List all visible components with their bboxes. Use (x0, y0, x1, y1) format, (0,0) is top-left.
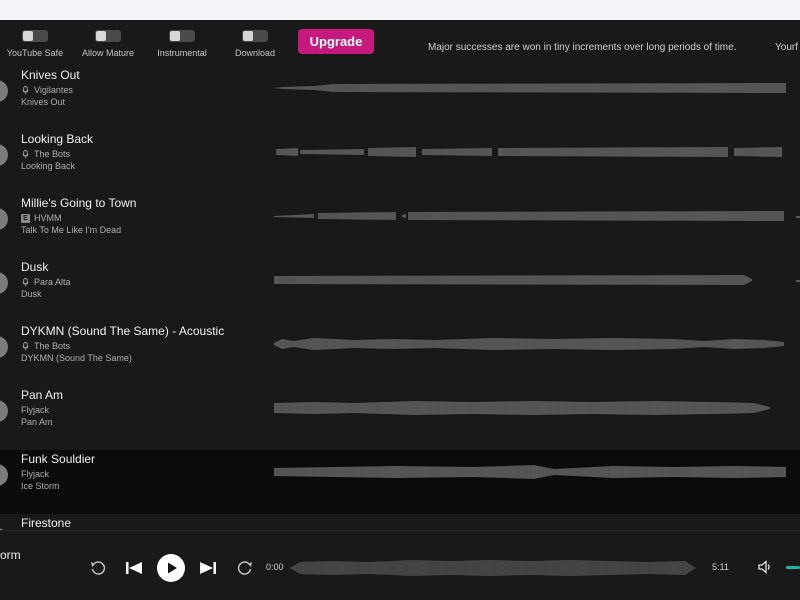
track-row[interactable]: Firestone (0, 514, 800, 530)
next-track-icon[interactable] (198, 560, 218, 576)
now-playing-title: orm (0, 548, 21, 562)
artist-name[interactable]: Flyjack (21, 469, 49, 479)
track-list: Knives Out Vigilantes Knives Out Looking… (0, 66, 800, 530)
youtube-safe-switch[interactable] (22, 30, 48, 42)
track-waveform[interactable] (274, 138, 786, 166)
track-title[interactable]: Dusk (21, 260, 48, 274)
track-waveform[interactable] (274, 202, 786, 230)
track-album[interactable]: Pan Am (21, 417, 53, 427)
previous-track-icon[interactable] (124, 560, 144, 576)
track-artwork[interactable] (0, 272, 8, 294)
track-title[interactable]: Firestone (21, 516, 71, 530)
track-row[interactable]: Knives Out Vigilantes Knives Out (0, 66, 800, 130)
track-row[interactable]: DYKMN (Sound The Same) - Acoustic The Bo… (0, 322, 800, 386)
track-row[interactable]: Looking Back The Bots Looking Back (0, 130, 800, 194)
progress-waveform[interactable] (290, 558, 696, 578)
upgrade-button[interactable]: Upgrade (298, 29, 374, 54)
track-artist[interactable]: The Bots (21, 341, 70, 351)
allow-mature-switch[interactable] (95, 30, 121, 42)
mic-icon (22, 149, 29, 159)
browser-top-strip (0, 0, 800, 20)
track-title[interactable]: Looking Back (21, 132, 93, 146)
track-artist[interactable]: E HVMM (21, 213, 62, 223)
track-artist[interactable]: Para Alta (21, 277, 71, 287)
track-artwork[interactable] (0, 400, 8, 422)
explicit-icon: E (21, 213, 30, 223)
toggle-label: Instrumental (157, 48, 207, 58)
mic-icon (22, 85, 29, 95)
track-waveform[interactable] (274, 394, 786, 422)
track-waveform[interactable] (274, 74, 786, 102)
track-artist[interactable]: Flyjack (21, 405, 49, 415)
filter-toolbar: YouTube Safe Allow Mature Instrumental D… (0, 20, 800, 66)
current-time: 0:00 (266, 562, 284, 572)
track-artwork[interactable] (0, 208, 8, 230)
fast-forward-icon[interactable] (236, 559, 254, 577)
artist-name[interactable]: Flyjack (21, 405, 49, 415)
track-album[interactable]: Talk To Me Like I'm Dead (21, 225, 121, 235)
track-duration: 5:11 (712, 562, 729, 572)
toggle-label: YouTube Safe (6, 48, 64, 58)
toggle-instrumental[interactable]: Instrumental (152, 28, 212, 64)
track-waveform[interactable] (274, 330, 786, 358)
track-artwork[interactable] (0, 336, 8, 358)
toggle-label: Download (234, 48, 276, 58)
track-title[interactable]: DYKMN (Sound The Same) - Acoustic (21, 324, 224, 338)
motivational-quote-next: Yourf (775, 42, 798, 53)
motivational-quote: Major successes are won in tiny incremen… (428, 42, 737, 53)
track-album[interactable]: Ice Storm (21, 481, 60, 491)
track-album[interactable]: Looking Back (21, 161, 75, 171)
toggle-label: Allow Mature (81, 48, 135, 58)
track-title[interactable]: Millie's Going to Town (21, 196, 136, 210)
track-title[interactable]: Knives Out (21, 68, 80, 82)
artist-name[interactable]: The Bots (34, 149, 70, 159)
track-row[interactable]: Dusk Para Alta Dusk (0, 258, 800, 322)
artist-name[interactable]: Para Alta (34, 277, 71, 287)
volume-slider[interactable] (786, 566, 800, 569)
download-switch[interactable] (242, 30, 268, 42)
track-album[interactable]: DYKMN (Sound The Same) (21, 353, 132, 363)
toggle-allow-mature[interactable]: Allow Mature (78, 28, 138, 64)
track-artist[interactable]: Vigilantes (21, 85, 73, 95)
track-artist[interactable]: Flyjack (21, 469, 49, 479)
rewind-icon[interactable] (89, 559, 107, 577)
mic-icon (22, 341, 29, 351)
track-waveform[interactable] (274, 458, 786, 486)
artist-name[interactable]: Vigilantes (34, 85, 73, 95)
artist-name[interactable]: The Bots (34, 341, 70, 351)
track-artwork[interactable] (0, 464, 8, 486)
mic-icon (22, 277, 29, 287)
track-artist[interactable]: The Bots (21, 149, 70, 159)
volume-icon[interactable] (757, 559, 773, 575)
track-row[interactable]: Pan Am Flyjack Pan Am (0, 386, 800, 450)
track-title[interactable]: Funk Souldier (21, 452, 95, 466)
track-album[interactable]: Dusk (21, 289, 42, 299)
track-row[interactable]: Millie's Going to Town E HVMM Talk To Me… (0, 194, 800, 258)
toggle-youtube-safe[interactable]: YouTube Safe (5, 28, 65, 64)
player-bar: orm 0:00 5:11 (0, 530, 800, 600)
track-title[interactable]: Pan Am (21, 388, 63, 402)
instrumental-switch[interactable] (169, 30, 195, 42)
track-row-active[interactable]: Funk Souldier Flyjack Ice Storm (0, 450, 800, 514)
artist-name[interactable]: HVMM (34, 213, 62, 223)
track-artwork[interactable] (0, 80, 8, 102)
play-button[interactable] (156, 553, 186, 583)
track-waveform[interactable] (274, 266, 786, 294)
track-album[interactable]: Knives Out (21, 97, 65, 107)
track-artwork[interactable] (0, 144, 8, 166)
toggle-download[interactable]: Download (225, 28, 285, 64)
